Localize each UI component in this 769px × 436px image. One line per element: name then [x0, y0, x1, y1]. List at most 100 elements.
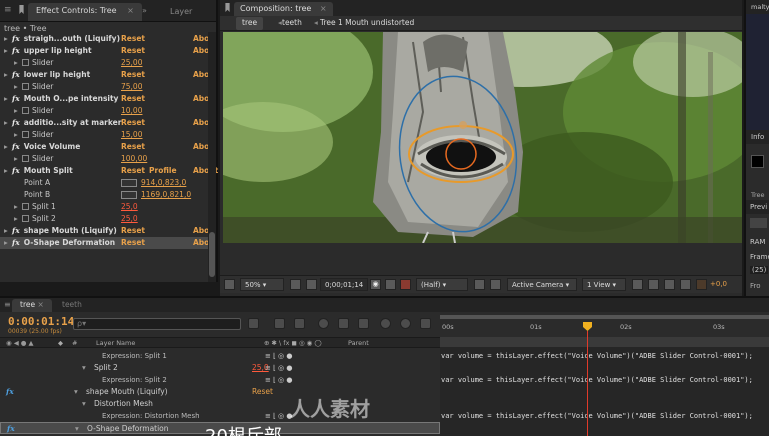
stopwatch-icon[interactable]	[22, 203, 29, 210]
layer-duration-bar[interactable]	[440, 337, 769, 347]
point-crosshair-icon[interactable]	[121, 179, 137, 187]
stopwatch-icon[interactable]	[22, 215, 29, 222]
disclosure-triangle-icon[interactable]: ▸	[4, 69, 12, 81]
reset-link[interactable]: Reset	[121, 237, 145, 249]
effect-row[interactable]: ▸ fx Mouth Split Reset Profile About	[0, 165, 218, 177]
reset-link[interactable]: Reset	[121, 93, 145, 105]
close-icon[interactable]: ×	[320, 4, 327, 13]
effect-row[interactable]: ▸ fx upper lip height Reset Abo	[0, 45, 209, 57]
fx-toggle-icon[interactable]: fx	[12, 34, 20, 43]
effect-row[interactable]: ▸ fx Mouth O...pe intensity Reset Abo	[0, 93, 209, 105]
camera-select[interactable]: Active Camera ▾	[507, 278, 577, 291]
reset-link[interactable]: Reset	[121, 45, 145, 57]
about-link[interactable]: Abo	[193, 45, 209, 57]
current-time-display[interactable]: 0;00;01;14	[320, 278, 368, 291]
exposure-value[interactable]: +0,0	[710, 280, 727, 288]
property-value[interactable]: 10,00	[121, 105, 142, 117]
exposure-icon[interactable]	[696, 279, 707, 290]
fx-toggle-icon[interactable]: fx	[12, 238, 20, 247]
property-row[interactable]: ▸ Slider 10,00	[0, 105, 208, 117]
property-value[interactable]: 15,00	[121, 129, 142, 141]
disclosure-triangle-icon[interactable]: ▸	[4, 33, 12, 45]
about-link[interactable]: Abo	[193, 117, 209, 129]
timeline-layer-row[interactable]: Expression: Split 1 ≡ ⌊ ◎ ●	[0, 350, 440, 362]
grid-icon[interactable]	[290, 279, 301, 290]
disclosure-triangle-icon[interactable]: ▸	[4, 93, 12, 105]
effect-row[interactable]: ▸ fx lower lip height Reset Abo	[0, 69, 209, 81]
graph-editor-icon[interactable]	[400, 318, 411, 329]
tab-effect-controls[interactable]: Effect Controls: Tree ×	[28, 3, 142, 21]
tab-composition[interactable]: Composition: tree ×	[234, 2, 333, 16]
mask-visibility-icon[interactable]	[306, 279, 317, 290]
fx-icon[interactable]: fx	[7, 423, 15, 435]
keyframe-icon[interactable]	[420, 318, 431, 329]
fx-toggle-icon[interactable]: fx	[12, 142, 20, 151]
brainstorm-icon[interactable]	[380, 318, 391, 329]
frame-rate-field[interactable]: (25)	[750, 266, 769, 274]
view-layout-select[interactable]: 1 View ▾	[582, 278, 626, 291]
tab-teeth[interactable]: teeth	[54, 299, 90, 312]
expression-controls-icon[interactable]: ≡ ⌊ ◎ ●	[265, 374, 293, 386]
reset-link[interactable]: Reset	[121, 165, 145, 177]
property-row[interactable]: ▸ Slider 100,00	[0, 153, 208, 165]
expression-text[interactable]: var volume = thisLayer.effect("Voice Vol…	[441, 374, 753, 386]
frame-blending-icon[interactable]	[338, 318, 349, 329]
about-link[interactable]: Abo	[193, 237, 209, 249]
playhead-line[interactable]	[587, 331, 588, 436]
from-current-checkbox[interactable]: Fro	[750, 282, 761, 290]
reset-link[interactable]: Reset	[121, 141, 145, 153]
scrollbar-thumb[interactable]	[209, 232, 215, 277]
timeline-layer-row[interactable]: ▾ Distortion Mesh	[0, 398, 440, 410]
timeline-layer-row[interactable]: Expression: Split 2 ≡ ⌊ ◎ ●	[0, 374, 440, 386]
layer-name-column[interactable]: Layer Name	[96, 339, 135, 347]
property-row[interactable]: ▸ Slider 25,00	[0, 57, 208, 69]
about-link[interactable]: Abo	[193, 93, 209, 105]
effect-row[interactable]: ▸ fx straigh...outh (Liquify) Reset Abo	[0, 33, 209, 45]
disclosure-triangle-icon[interactable]: ▸	[4, 165, 12, 177]
disclosure-triangle-icon[interactable]: ▸	[14, 81, 22, 93]
timeline-icon[interactable]	[664, 279, 675, 290]
disclosure-triangle-icon[interactable]: ▸	[4, 117, 12, 129]
effect-row[interactable]: ▸ fx additio...sity at marker Reset Abo	[0, 117, 209, 129]
property-value[interactable]: 25,00	[121, 57, 142, 69]
property-value[interactable]: 100,00	[121, 153, 147, 165]
disclosure-triangle-icon[interactable]: ▸	[4, 141, 12, 153]
expression-text[interactable]: var volume = thisLayer.effect("Voice Vol…	[441, 410, 753, 422]
close-icon[interactable]: ×	[37, 300, 43, 309]
profile-link[interactable]: Profile	[149, 165, 177, 177]
disclosure-triangle-icon[interactable]: ▾	[82, 398, 86, 410]
about-link[interactable]: Abo	[193, 33, 209, 45]
disclosure-triangle-icon[interactable]: ▸	[14, 213, 22, 225]
parent-column[interactable]: Parent	[348, 339, 369, 347]
property-value[interactable]: 25,0	[121, 213, 138, 225]
stopwatch-icon[interactable]	[22, 107, 29, 114]
disclosure-triangle-icon[interactable]: ▸	[14, 201, 22, 213]
color-channel-icon[interactable]	[385, 279, 396, 290]
fx-toggle-icon[interactable]: fx	[12, 46, 20, 55]
lock-icon[interactable]	[225, 3, 230, 12]
motion-blur-icon[interactable]	[358, 318, 369, 329]
property-row[interactable]: ▸ Slider 15,00	[0, 129, 208, 141]
tab-tree[interactable]: tree ×	[12, 299, 52, 312]
always-preview-icon[interactable]	[224, 279, 235, 290]
work-area-bar[interactable]	[440, 315, 769, 319]
fx-toggle-icon[interactable]: fx	[12, 70, 20, 79]
tab-layer[interactable]: Layer	[170, 7, 192, 16]
stopwatch-icon[interactable]	[22, 131, 29, 138]
fx-toggle-icon[interactable]: fx	[12, 118, 20, 127]
shy-layers-icon[interactable]	[318, 318, 329, 329]
crumb-tree[interactable]: tree	[236, 17, 264, 30]
crumb-teeth[interactable]: teeth	[276, 17, 308, 30]
preview-controls[interactable]	[750, 218, 767, 228]
point-crosshair-icon[interactable]	[121, 191, 137, 199]
timeline-layer-row[interactable]: Expression: Distortion Mesh ≡ ⌊ ◎ ●	[0, 410, 440, 422]
effect-row[interactable]: ▸ fx shape Mouth (Liquify) Reset Abo	[0, 225, 209, 237]
disclosure-triangle-icon[interactable]: ▸	[4, 237, 12, 249]
overflow-icon[interactable]: »	[142, 6, 147, 15]
fast-preview-icon[interactable]	[648, 279, 659, 290]
close-icon[interactable]: ×	[127, 6, 134, 15]
effect-controls-scrollbar[interactable]	[208, 32, 216, 282]
property-value[interactable]: 1169,0,821,0	[141, 189, 191, 201]
expression-controls-icon[interactable]: ≡ ⌊ ◎ ●	[265, 410, 293, 422]
timeline-search-input[interactable]: ρ▾	[73, 318, 241, 330]
